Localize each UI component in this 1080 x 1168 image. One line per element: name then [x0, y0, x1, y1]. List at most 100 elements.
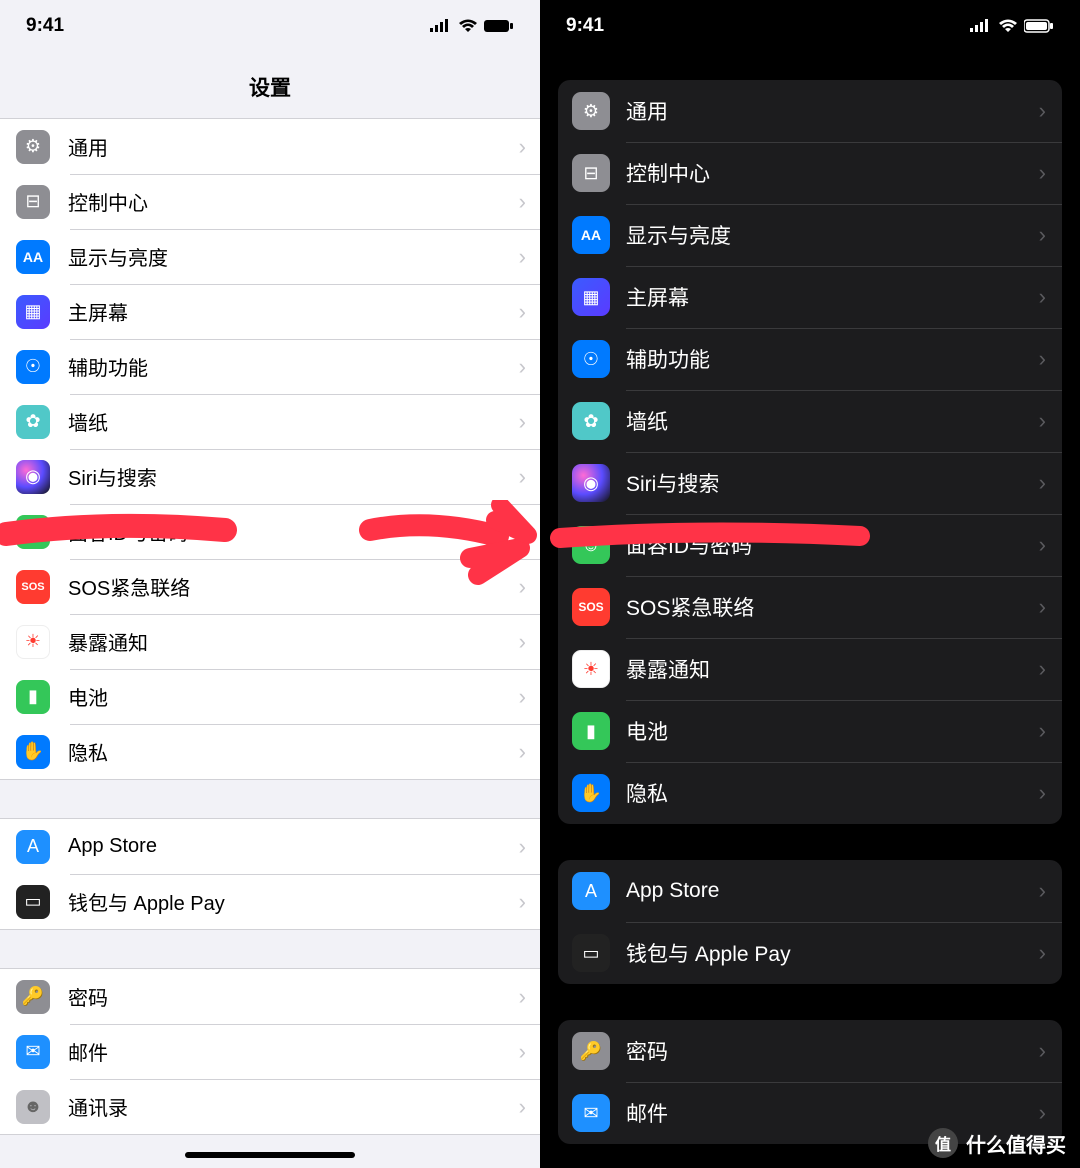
settings-list: ⚙通用›⊟控制中心›AA显示与亮度›▦主屏幕›☉辅助功能›✿墙纸›◉Siri与搜… [540, 80, 1080, 1144]
chevron-right-icon: › [1039, 780, 1046, 806]
chevron-right-icon: › [519, 189, 526, 215]
chevron-right-icon: › [1039, 878, 1046, 904]
chevron-right-icon: › [519, 1039, 526, 1065]
chevron-right-icon: › [1039, 1038, 1046, 1064]
battery-icon: ▮ [16, 680, 50, 714]
settings-group: 🔑密码›✉邮件›☻通讯录› [0, 968, 540, 1135]
passwords-icon: 🔑 [572, 1032, 610, 1070]
settings-row-label: 通用 [68, 132, 519, 161]
cellular-icon [970, 19, 992, 33]
settings-row-battery[interactable]: ▮电池› [0, 669, 540, 724]
battery-icon [484, 19, 514, 33]
chevron-right-icon: › [519, 354, 526, 380]
settings-row-label: 控制中心 [626, 158, 1039, 188]
status-indicators [970, 19, 1054, 33]
settings-row-privacy[interactable]: ✋隐私› [0, 724, 540, 779]
settings-row-label: 密码 [626, 1036, 1039, 1066]
wifi-icon [458, 19, 478, 33]
settings-row-wallet[interactable]: ▭钱包与 Apple Pay› [558, 922, 1062, 984]
general-icon: ⚙ [16, 130, 50, 164]
settings-row-battery[interactable]: ▮电池› [558, 700, 1062, 762]
battery-icon [1024, 19, 1054, 33]
chevron-right-icon: › [519, 889, 526, 915]
settings-row-wallet[interactable]: ▭ 钱包与 Apple Pay› [0, 874, 540, 929]
settings-row-siri[interactable]: ◉Siri与搜索› [0, 449, 540, 504]
settings-row-display[interactable]: AA显示与亮度› [558, 204, 1062, 266]
chevron-right-icon: › [519, 464, 526, 490]
access-icon: ☉ [16, 350, 50, 384]
settings-row-label: 隐私 [626, 778, 1039, 808]
status-bar: 9:41 [0, 0, 540, 46]
chevron-right-icon: › [519, 834, 526, 860]
chevron-right-icon: › [1039, 1100, 1046, 1126]
settings-row-appstore[interactable]: AApp Store› [0, 819, 540, 874]
wallet-icon: ▭ [16, 885, 50, 919]
chevron-right-icon: › [1039, 408, 1046, 434]
home-indicator[interactable] [185, 1152, 355, 1158]
status-time: 9:41 [566, 15, 604, 37]
chevron-right-icon: › [519, 519, 526, 545]
settings-row-label: SOS紧急联络 [68, 572, 519, 601]
settings-row-label: 密码 [68, 982, 519, 1011]
settings-row-passwords[interactable]: 🔑密码› [0, 969, 540, 1024]
settings-row-sos[interactable]: SOSSOS紧急联络› [0, 559, 540, 614]
settings-row-label: 主屏幕 [626, 282, 1039, 312]
settings-row-label: App Store [626, 879, 1039, 903]
display-icon: AA [572, 216, 610, 254]
settings-row-control[interactable]: ⊟控制中心› [0, 174, 540, 229]
settings-row-passwords[interactable]: 🔑 密码› [558, 1020, 1062, 1082]
settings-row-label: 暴露通知 [626, 654, 1039, 684]
chevron-right-icon: › [1039, 656, 1046, 682]
settings-row-mail[interactable]: ✉邮件› [0, 1024, 540, 1079]
settings-row-label: 墙纸 [68, 407, 519, 436]
settings-group: ⚙通用›⊟控制中心›AA显示与亮度›▦主屏幕›☉辅助功能›✿墙纸›◉Siri与搜… [558, 80, 1062, 824]
settings-row-siri[interactable]: ◉Siri与搜索› [558, 452, 1062, 514]
settings-row-faceid[interactable]: ☺面容ID与密码› [558, 514, 1062, 576]
settings-row-access[interactable]: ☉ 辅助功能› [0, 339, 540, 394]
settings-row-general[interactable]: ⚙ 通用› [0, 119, 540, 174]
page-title: 设置 [0, 46, 540, 118]
chevron-right-icon: › [519, 574, 526, 600]
settings-row-label: 钱包与 Apple Pay [68, 887, 519, 916]
privacy-icon: ✋ [572, 774, 610, 812]
chevron-right-icon: › [1039, 532, 1046, 558]
settings-row-wallpaper[interactable]: ✿墙纸› [0, 394, 540, 449]
settings-row-label: 面容ID与密码 [68, 517, 519, 546]
chevron-right-icon: › [519, 134, 526, 160]
settings-row-exposure[interactable]: ☀暴露通知› [558, 638, 1062, 700]
settings-row-privacy[interactable]: ✋ 隐私› [558, 762, 1062, 824]
settings-row-label: 辅助功能 [68, 352, 519, 381]
appstore-icon: A [572, 872, 610, 910]
settings-row-control[interactable]: ⊟控制中心› [558, 142, 1062, 204]
wallpaper-icon: ✿ [572, 402, 610, 440]
status-time: 9:41 [26, 15, 64, 37]
settings-row-faceid[interactable]: ☺ 面容ID与密码› [0, 504, 540, 559]
settings-row-wallpaper[interactable]: ✿墙纸› [558, 390, 1062, 452]
settings-row-contacts[interactable]: ☻通讯录› [0, 1079, 540, 1134]
chevron-right-icon: › [1039, 284, 1046, 310]
settings-row-general[interactable]: ⚙通用› [558, 80, 1062, 142]
faceid-icon: ☺ [16, 515, 50, 549]
access-icon: ☉ [572, 340, 610, 378]
settings-row-display[interactable]: AA显示与亮度› [0, 229, 540, 284]
settings-row-label: 电池 [626, 716, 1039, 746]
settings-list: ⚙通用›⊟控制中心›AA显示与亮度›▦主屏幕›☉辅助功能›✿墙纸›◉Siri与搜… [0, 118, 540, 1135]
settings-row-exposure[interactable]: ☀暴露通知› [0, 614, 540, 669]
settings-row-access[interactable]: ☉辅助功能› [558, 328, 1062, 390]
settings-row-sos[interactable]: SOSSOS紧急联络› [558, 576, 1062, 638]
phone-dark: 9:41 设置 ⚙通用›⊟控制中心›AA显示与亮度›▦主屏幕›☉辅助功能›✿墙纸… [540, 0, 1080, 1168]
settings-row-label: 电池 [68, 682, 519, 711]
settings-row-label: 通用 [626, 96, 1039, 126]
chevron-right-icon: › [1039, 594, 1046, 620]
settings-row-appstore[interactable]: A App Store› [558, 860, 1062, 922]
display-icon: AA [16, 240, 50, 274]
settings-row-label: 通讯录 [68, 1092, 519, 1121]
siri-icon: ◉ [572, 464, 610, 502]
faceid-icon: ☺ [572, 526, 610, 564]
settings-row-home[interactable]: ▦主屏幕› [558, 266, 1062, 328]
settings-row-home[interactable]: ▦主屏幕› [0, 284, 540, 339]
settings-row-label: 隐私 [68, 737, 519, 766]
phone-light: 9:41 设置 ⚙通用›⊟控制中心›AA显示与亮度›▦主屏幕›☉辅助功能›✿墙纸… [0, 0, 540, 1168]
chevron-right-icon: › [519, 739, 526, 765]
chevron-right-icon: › [519, 1094, 526, 1120]
